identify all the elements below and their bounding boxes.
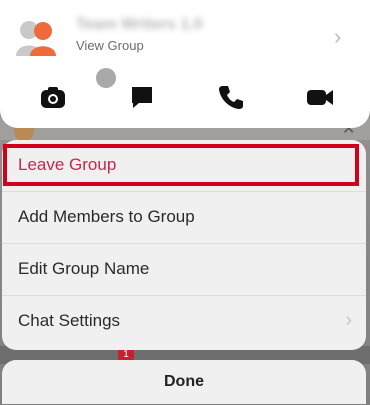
chat-icon[interactable]: [127, 82, 157, 112]
chevron-right-icon[interactable]: ›: [334, 24, 341, 50]
grab-handle: [96, 68, 116, 88]
add-members-button[interactable]: Add Members to Group: [2, 192, 366, 244]
call-icon[interactable]: [216, 82, 246, 112]
edit-group-name-label: Edit Group Name: [18, 259, 150, 278]
chevron-right-icon: ›: [345, 309, 352, 331]
group-header-card: Team Writers 1.0 View Group ›: [0, 0, 370, 128]
chat-settings-button[interactable]: Chat Settings ›: [2, 296, 366, 348]
group-name[interactable]: Team Writers 1.0: [76, 16, 203, 34]
add-members-label: Add Members to Group: [18, 207, 195, 226]
leave-group-highlight: [3, 144, 359, 186]
done-button[interactable]: Done: [2, 360, 366, 404]
edit-group-name-button[interactable]: Edit Group Name: [2, 244, 366, 296]
chat-settings-label: Chat Settings: [18, 311, 121, 330]
video-icon[interactable]: [305, 82, 335, 112]
group-avatar[interactable]: [14, 16, 58, 56]
view-group-link[interactable]: View Group: [76, 38, 144, 53]
camera-icon[interactable]: [38, 82, 68, 112]
